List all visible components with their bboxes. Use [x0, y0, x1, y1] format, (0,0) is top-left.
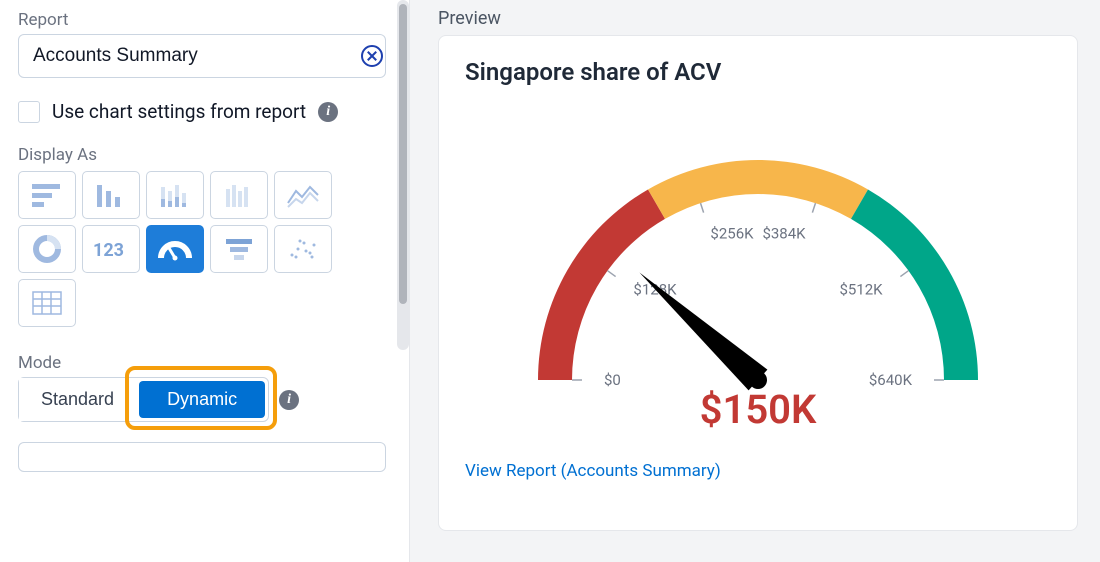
chart-title: Singapore share of ACV [465, 58, 1051, 86]
chart-type-scatter[interactable] [274, 225, 332, 273]
svg-text:123: 123 [93, 240, 124, 261]
view-report-link[interactable]: View Report (Accounts Summary) [465, 461, 721, 481]
report-input[interactable] [18, 34, 386, 78]
svg-text:$512K: $512K [839, 280, 883, 298]
svg-text:$0: $0 [604, 371, 621, 389]
mode-standard-button[interactable]: Standard [19, 378, 136, 421]
chart-type-funnel[interactable] [210, 225, 268, 273]
mode-label: Mode [18, 353, 391, 373]
chart-type-table[interactable] [18, 279, 76, 327]
gauge-chart: $0$128K$256K$384K$512K$640K [478, 90, 1038, 410]
chart-type-grid: 123 [18, 171, 358, 327]
chart-type-vbar[interactable] [82, 171, 140, 219]
scrollbar[interactable] [397, 0, 409, 350]
gauge-icon [155, 234, 195, 264]
vbar-icon [94, 181, 128, 209]
mode-dynamic-button[interactable]: Dynamic [139, 381, 265, 418]
hbar-icon [30, 181, 64, 209]
scrollbar-thumb[interactable] [399, 4, 407, 304]
funnel-icon [222, 235, 256, 263]
scatter-icon [286, 235, 320, 263]
table-icon [30, 289, 64, 317]
preview-label: Preview [438, 8, 1078, 29]
chart-type-hbar[interactable] [18, 171, 76, 219]
mode-segmented: Standard Dynamic [18, 377, 269, 422]
metric-icon: 123 [91, 237, 131, 261]
chart-type-metric[interactable]: 123 [82, 225, 140, 273]
use-chart-settings-label: Use chart settings from report [52, 100, 306, 123]
chart-type-line[interactable] [274, 171, 332, 219]
svg-text:$640K: $640K [869, 371, 913, 389]
display-as-label: Display As [18, 145, 391, 165]
stacked-icon [158, 181, 192, 209]
chart-type-stacked[interactable] [146, 171, 204, 219]
preview-card: Singapore share of ACV $0$128K$256K$384K… [438, 35, 1078, 531]
additional-options-box[interactable] [18, 442, 386, 472]
mode-info-icon[interactable]: i [279, 390, 299, 410]
chart-type-donut[interactable] [18, 225, 76, 273]
stacked2-icon [222, 181, 256, 209]
clear-report-icon[interactable] [361, 45, 383, 67]
donut-icon [30, 234, 64, 264]
line-icon [286, 181, 320, 209]
chart-type-stacked2[interactable] [210, 171, 268, 219]
use-chart-settings-checkbox[interactable] [18, 101, 40, 123]
report-label: Report [18, 10, 391, 30]
svg-text:$384K: $384K [762, 225, 806, 243]
chart-type-gauge[interactable] [146, 225, 204, 273]
svg-text:$256K: $256K [710, 225, 754, 243]
info-icon[interactable]: i [318, 102, 338, 122]
